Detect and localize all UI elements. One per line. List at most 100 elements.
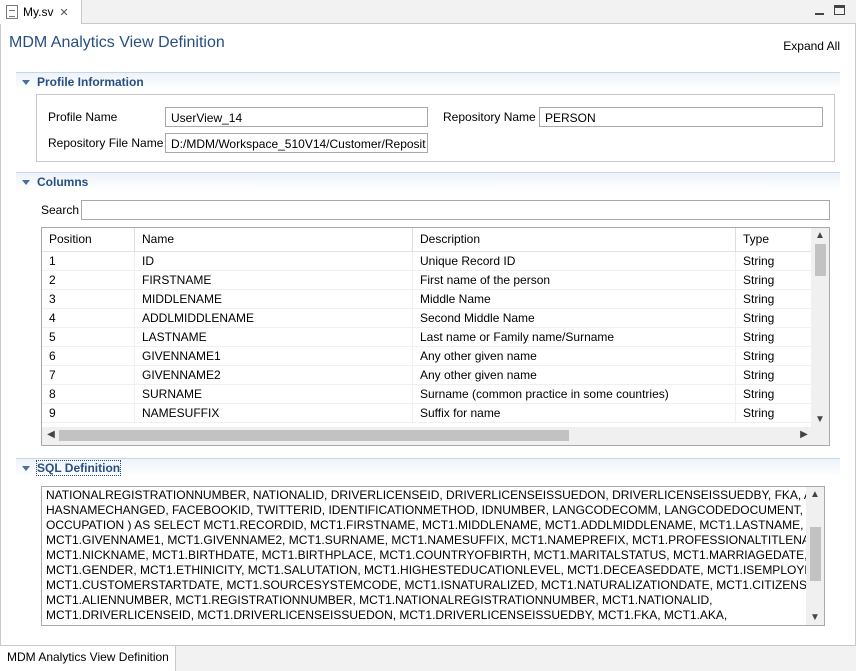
- scroll-up-icon[interactable]: ▲: [806, 489, 824, 500]
- table-body: 1 ID Unique Record ID String 2 FIRSTNAME First…: [42, 252, 812, 423]
- table-row[interactable]: 9 NAMESUFFIX Suffix for name String: [42, 404, 812, 423]
- cell-position: 2: [42, 271, 135, 290]
- scrollbar-thumb[interactable]: [815, 244, 826, 276]
- cell-position: 3: [42, 290, 135, 309]
- cell-type: String: [743, 273, 775, 287]
- cell-description: Any other given name: [413, 366, 736, 385]
- page-tab-bar: MDM Analytics View Definition: [0, 645, 856, 671]
- cell-name: LASTNAME: [135, 328, 413, 347]
- columns-section-header[interactable]: Columns: [16, 172, 840, 191]
- cell-type: String: [743, 406, 775, 420]
- table-row[interactable]: 4 ADDLMIDDLENAME Second Middle Name String: [42, 309, 812, 328]
- column-header-name[interactable]: Name: [135, 228, 413, 252]
- cell-position: 7: [42, 366, 135, 385]
- cell-position: 6: [42, 347, 135, 366]
- cell-description: Second Middle Name: [413, 309, 736, 328]
- repository-file-field[interactable]: D:/MDM/Workspace_510V14/Customer/Reposit: [165, 133, 428, 153]
- table-header: Position Name Description Type: [42, 228, 812, 252]
- cell-description: Unique Record ID: [413, 252, 736, 271]
- repository-name-field[interactable]: PERSON: [539, 107, 823, 127]
- editor-tab-bar: My.sv ✕: [0, 0, 856, 24]
- cell-description: Middle Name: [413, 290, 736, 309]
- page-tab-view-definition[interactable]: MDM Analytics View Definition: [0, 645, 176, 671]
- cell-name: ID: [135, 252, 413, 271]
- sql-line: MCT1.CUSTOMERSTARTDATE, MCT1.SOURCESYSTE…: [46, 578, 825, 592]
- table-horizontal-scrollbar[interactable]: ◀ ▶: [42, 427, 813, 445]
- cell-description: Suffix for name: [413, 404, 736, 423]
- cell-position: 5: [42, 328, 135, 347]
- collapse-triangle-icon[interactable]: [22, 179, 30, 185]
- cell-description: Any other given name: [413, 347, 736, 366]
- page-title: MDM Analytics View Definition: [9, 34, 225, 51]
- sql-vertical-scrollbar[interactable]: ▲ ▼: [806, 487, 824, 625]
- repository-file-label: Repository File Name: [48, 136, 164, 150]
- cell-position: 8: [42, 385, 135, 404]
- sql-section-title: SQL Definition: [35, 460, 122, 476]
- table-row[interactable]: 7 GIVENNAME2 Any other given name String: [42, 366, 812, 385]
- sql-line: MCT1.ALIENNUMBER, MCT1.REGISTRATIONNUMBE…: [46, 593, 713, 607]
- cell-description: Surname (common practice in some countri…: [413, 385, 736, 404]
- cell-name: NAMESUFFIX: [135, 404, 413, 423]
- column-header-position[interactable]: Position: [42, 228, 135, 252]
- sql-line: NATIONALREGISTRATIONNUMBER, NATIONALID, …: [46, 488, 825, 502]
- table-row[interactable]: 2 FIRSTNAME First name of the person String: [42, 271, 812, 290]
- table-vertical-scrollbar[interactable]: ▲ ▼: [811, 228, 829, 427]
- cell-name: MIDDLENAME: [135, 290, 413, 309]
- sql-line: MCT1.NICKNAME, MCT1.BIRTHDATE, MCT1.BIRT…: [46, 548, 808, 562]
- scrollbar-thumb[interactable]: [810, 527, 821, 581]
- cell-name: GIVENNAME1: [135, 347, 413, 366]
- cell-position: 4: [42, 309, 135, 328]
- profile-section-header[interactable]: Profile Information: [16, 72, 840, 91]
- table-row[interactable]: 8 SURNAME Surname (common practice in some…: [42, 385, 812, 404]
- repository-name-label: Repository Name: [443, 110, 536, 124]
- cell-type: String: [743, 330, 775, 344]
- cell-position: 9: [42, 404, 135, 423]
- collapse-triangle-icon[interactable]: [22, 465, 30, 471]
- sql-line: MCT1.GIVENNAME1, MCT1.GIVENNAME2, MCT1.S…: [46, 533, 825, 547]
- search-label: Search: [41, 203, 80, 217]
- table-row[interactable]: 3 MIDDLENAME Middle Name String: [42, 290, 812, 309]
- scroll-left-icon[interactable]: ◀: [42, 429, 60, 440]
- column-header-type[interactable]: Type: [736, 228, 812, 252]
- columns-section-title: Columns: [37, 175, 89, 189]
- cell-position: 1: [42, 252, 135, 271]
- expand-all-link[interactable]: Expand All: [783, 39, 840, 53]
- sql-line: OCCUPATION ) AS SELECT MCT1.RECORDID, MC…: [46, 518, 804, 532]
- scroll-down-icon[interactable]: ▼: [806, 612, 824, 623]
- cell-type: String: [743, 254, 775, 268]
- close-icon[interactable]: ✕: [59, 6, 68, 19]
- sql-line: MCT1.GENDER, MCT1.ETHINICITY, MCT1.SALUT…: [46, 563, 824, 577]
- cell-type: String: [743, 387, 775, 401]
- sql-line: HASNAMECHANGED, FACEBOOKID, TWITTERID, I…: [46, 503, 803, 517]
- profile-name-field[interactable]: UserView_14: [165, 107, 428, 127]
- scroll-down-icon[interactable]: ▼: [811, 414, 829, 425]
- scrollbar-corner: [811, 427, 829, 445]
- cell-type: String: [743, 349, 775, 363]
- editor-tab-my-sv[interactable]: My.sv ✕: [0, 0, 82, 24]
- collapse-triangle-icon[interactable]: [22, 79, 30, 85]
- maximize-icon[interactable]: [834, 5, 845, 15]
- minimize-icon[interactable]: [813, 4, 826, 17]
- cell-name: ADDLMIDDLENAME: [135, 309, 413, 328]
- sql-section-header[interactable]: SQL Definition: [16, 458, 840, 477]
- editor-tab-label: My.sv: [23, 5, 54, 19]
- table-row[interactable]: 5 LASTNAME Last name or Family name/Surnam…: [42, 328, 812, 347]
- sql-line: MCT1.DRIVERLICENSEID, MCT1.DRIVERLICENSE…: [46, 608, 728, 622]
- search-input[interactable]: [81, 200, 830, 220]
- sql-definition-textarea[interactable]: NATIONALREGISTRATIONNUMBER, NATIONALID, …: [41, 486, 825, 626]
- cell-type: String: [743, 311, 775, 325]
- file-icon: [6, 5, 18, 19]
- cell-type: String: [743, 292, 775, 306]
- sql-text: NATIONALREGISTRATIONNUMBER, NATIONALID, …: [46, 488, 825, 623]
- profile-section-title: Profile Information: [37, 75, 144, 89]
- scrollbar-thumb[interactable]: [59, 430, 569, 441]
- profile-group: [36, 94, 835, 162]
- profile-name-label: Profile Name: [48, 110, 118, 124]
- column-header-description[interactable]: Description: [413, 228, 736, 252]
- table-row[interactable]: 6 GIVENNAME1 Any other given name String: [42, 347, 812, 366]
- cell-type: String: [743, 368, 775, 382]
- table-row[interactable]: 1 ID Unique Record ID String: [42, 252, 812, 271]
- cell-description: Last name or Family name/Surname: [413, 328, 736, 347]
- scroll-up-icon[interactable]: ▲: [811, 230, 829, 241]
- cell-name: SURNAME: [135, 385, 413, 404]
